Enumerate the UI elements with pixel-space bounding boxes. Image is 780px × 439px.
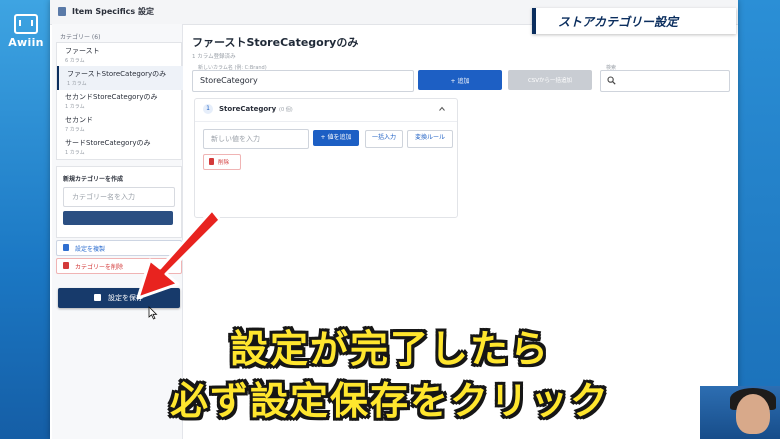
delete-column-button[interactable]: 削除 bbox=[203, 154, 241, 170]
delete-column-label: 削除 bbox=[218, 160, 230, 166]
category-name: サードStoreCategoryのみ bbox=[65, 139, 151, 147]
category-name: セカンドStoreCategoryのみ bbox=[65, 93, 158, 101]
presenter-video bbox=[700, 386, 780, 439]
settings-icon bbox=[58, 7, 66, 16]
add-column-button[interactable]: + 追加 bbox=[418, 70, 502, 90]
new-column-input[interactable]: StoreCategory bbox=[192, 70, 414, 92]
add-value-button[interactable]: + 値を追加 bbox=[313, 130, 359, 146]
category-name: セカンド bbox=[65, 116, 93, 124]
category-list: ファースト 6 カラム ファーストStoreCategoryのみ 1 カラム セ… bbox=[56, 42, 183, 160]
csv-bulk-add-label: CSVから一括追加 bbox=[527, 78, 573, 84]
caption-line-1: 設定が完了したら bbox=[229, 327, 550, 371]
chevron-up-icon[interactable] bbox=[439, 106, 445, 112]
page-subtitle: 1 カラム登録済み bbox=[192, 54, 236, 60]
red-arrow-icon bbox=[136, 208, 222, 300]
conversion-rule-button[interactable]: 変換ルール bbox=[407, 130, 453, 148]
category-column-count: 6 カラム bbox=[65, 58, 85, 64]
search-icon bbox=[607, 76, 616, 85]
window-title: Item Specifics 設定 bbox=[72, 7, 154, 16]
category-item[interactable]: サードStoreCategoryのみ 1 カラム bbox=[57, 135, 181, 159]
new-value-input[interactable]: 新しい値を入力 bbox=[203, 129, 309, 149]
new-value-placeholder: 新しい値を入力 bbox=[211, 135, 260, 143]
page-title: ファーストStoreCategoryのみ bbox=[192, 36, 359, 49]
category-column-count: 1 カラム bbox=[67, 81, 87, 87]
copy-settings-label: 設定を複製 bbox=[75, 246, 106, 253]
save-icon bbox=[94, 294, 101, 301]
trash-icon bbox=[63, 262, 69, 269]
column-value-count: (0 個) bbox=[279, 107, 293, 113]
column-index-badge: 1 bbox=[203, 104, 213, 114]
add-column-label: + 追加 bbox=[450, 78, 470, 85]
category-name: ファーストStoreCategoryのみ bbox=[67, 70, 167, 78]
new-column-value: StoreCategory bbox=[200, 76, 258, 85]
category-name-placeholder: カテゴリー名を入力 bbox=[72, 193, 135, 201]
awiin-logo: Awiin bbox=[4, 14, 48, 54]
category-header: カテゴリー (6) bbox=[60, 34, 101, 41]
csv-bulk-add-button[interactable]: CSVから一括追加 bbox=[508, 70, 592, 90]
trash-icon bbox=[209, 158, 214, 165]
column-name: StoreCategory bbox=[219, 105, 277, 113]
search-input[interactable] bbox=[600, 70, 730, 92]
section-banner: ストアカテゴリー設定 bbox=[532, 8, 736, 34]
banner-title: ストアカテゴリー設定 bbox=[558, 15, 679, 29]
caption-line-2: 必ず設定保存をクリック bbox=[169, 379, 610, 423]
bulk-input-button[interactable]: 一括入力 bbox=[365, 130, 403, 148]
category-name: ファースト bbox=[65, 47, 100, 55]
category-item[interactable]: セカンド 7 カラム bbox=[57, 112, 181, 136]
category-column-count: 1 カラム bbox=[65, 104, 85, 110]
category-column-count: 1 カラム bbox=[65, 150, 85, 156]
category-item-active[interactable]: ファーストStoreCategoryのみ 1 カラム bbox=[57, 66, 183, 90]
category-item[interactable]: ファースト 6 カラム bbox=[57, 43, 181, 67]
new-category-title: 新規カテゴリーを作成 bbox=[63, 176, 124, 183]
column-card: 1 StoreCategory (0 個) 新しい値を入力 + 値を追加 一括入… bbox=[194, 98, 458, 218]
category-item[interactable]: セカンドStoreCategoryのみ 1 カラム bbox=[57, 89, 181, 113]
logo-icon bbox=[14, 14, 38, 34]
copy-icon bbox=[63, 244, 69, 251]
category-column-count: 7 カラム bbox=[65, 127, 85, 133]
logo-text: Awiin bbox=[8, 36, 44, 49]
column-card-header[interactable]: 1 StoreCategory (0 個) bbox=[195, 99, 457, 122]
presenter-face bbox=[736, 394, 770, 434]
